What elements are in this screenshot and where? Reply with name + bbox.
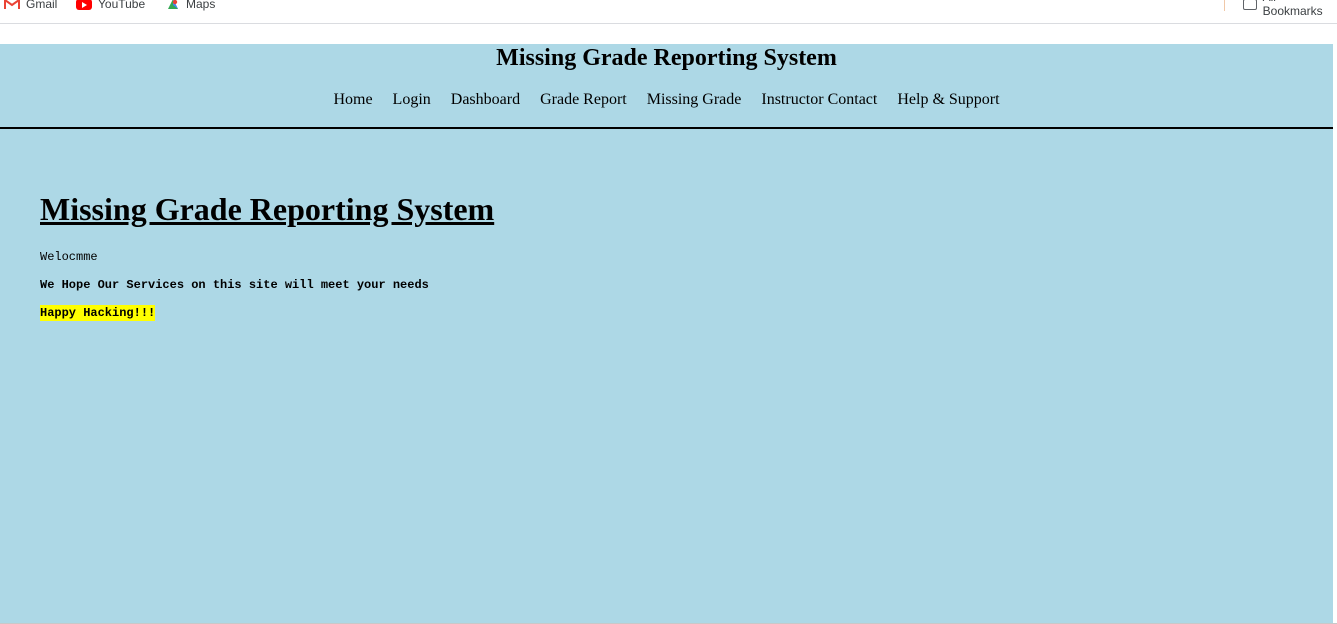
nav-help-support[interactable]: Help & Support [897, 91, 999, 108]
nav-grade-report[interactable]: Grade Report [540, 91, 627, 108]
site-header: Missing Grade Reporting System Home Logi… [0, 44, 1333, 129]
bookmark-label: YouTube [98, 0, 146, 11]
folder-icon [1243, 0, 1257, 10]
bookmarks-separator [1224, 0, 1225, 11]
all-bookmarks-button[interactable]: All Bookmarks [1243, 0, 1337, 18]
page-heading: Missing Grade Reporting System [40, 191, 495, 227]
maps-icon [166, 0, 180, 11]
gmail-icon [4, 0, 20, 10]
bookmarks-bar: Gmail YouTube Maps All Bookmarks [0, 0, 1337, 24]
scrollbar-gutter [1333, 44, 1337, 624]
nav-dashboard[interactable]: Dashboard [451, 91, 520, 108]
services-text: We Hope Our Services on this site will m… [40, 278, 429, 292]
welcome-text: Welocmme [40, 250, 98, 264]
bookmark-youtube[interactable]: YouTube [76, 0, 145, 14]
youtube-icon [76, 0, 92, 10]
nav-home[interactable]: Home [333, 91, 372, 108]
page: Missing Grade Reporting System Home Logi… [0, 44, 1333, 623]
all-bookmarks-label: All Bookmarks [1262, 0, 1323, 18]
bookmark-gmail[interactable]: Gmail [4, 0, 57, 14]
bookmark-maps[interactable]: Maps [166, 0, 215, 14]
site-title: Missing Grade Reporting System [496, 45, 837, 71]
bookmark-label: Gmail [26, 0, 58, 11]
happy-hacking-text: Happy Hacking!!! [40, 305, 156, 321]
bookmark-label: Maps [186, 0, 216, 11]
main-content: Missing Grade Reporting System Welocmme … [40, 190, 495, 321]
nav-instructor-contact[interactable]: Instructor Contact [761, 91, 877, 108]
main-nav: Home Login Dashboard Grade Report Missin… [0, 90, 1333, 110]
nav-missing-grade[interactable]: Missing Grade [647, 91, 742, 108]
nav-login[interactable]: Login [393, 91, 431, 108]
